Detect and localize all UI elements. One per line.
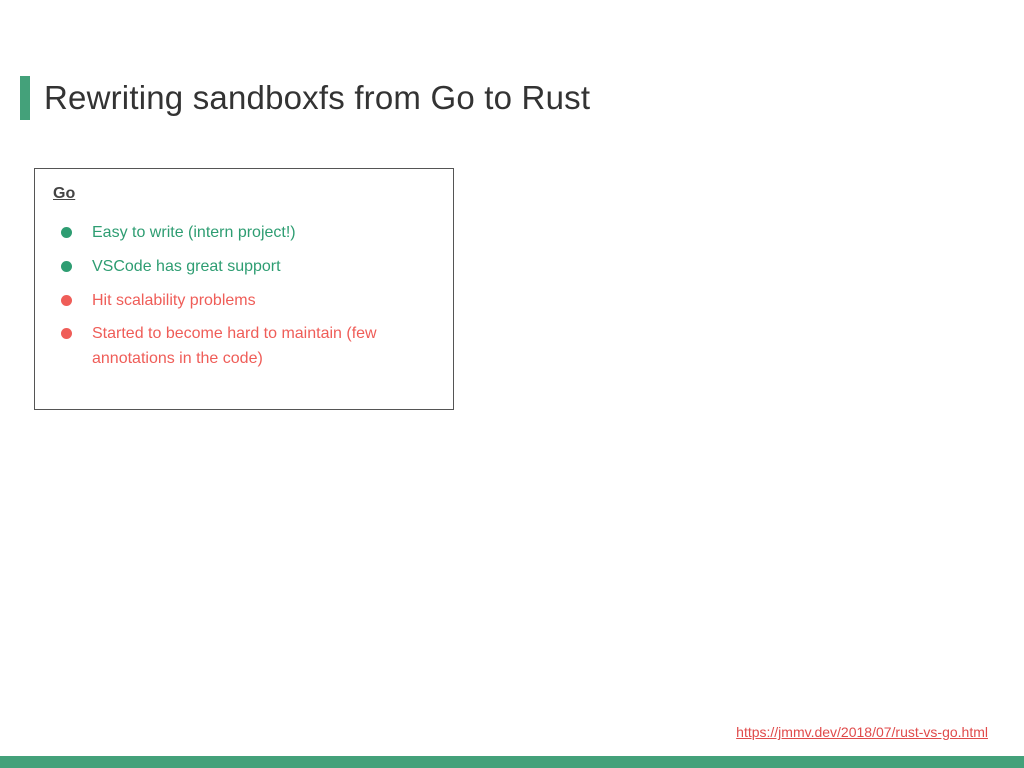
- list-item: Hit scalability problems: [53, 289, 435, 314]
- bottom-bar-icon: [0, 756, 1024, 768]
- bullet-text: VSCode has great support: [92, 255, 281, 280]
- go-card: Go Easy to write (intern project!) VSCod…: [34, 168, 454, 410]
- bullet-text: Hit scalability problems: [92, 289, 256, 314]
- accent-bar-icon: [20, 76, 30, 120]
- bullet-list: Easy to write (intern project!) VSCode h…: [53, 221, 435, 372]
- bullet-dot-icon: [61, 295, 72, 306]
- bullet-dot-icon: [61, 227, 72, 238]
- bullet-dot-icon: [61, 261, 72, 272]
- list-item: VSCode has great support: [53, 255, 435, 280]
- slide: Rewriting sandboxfs from Go to Rust Go E…: [0, 0, 1024, 768]
- list-item: Easy to write (intern project!): [53, 221, 435, 246]
- bullet-dot-icon: [61, 328, 72, 339]
- card-header: Go: [53, 185, 435, 203]
- bullet-text: Started to become hard to maintain (few …: [92, 322, 435, 372]
- bullet-text: Easy to write (intern project!): [92, 221, 296, 246]
- list-item: Started to become hard to maintain (few …: [53, 322, 435, 372]
- footer-link[interactable]: https://jmmv.dev/2018/07/rust-vs-go.html: [736, 724, 988, 740]
- title-row: Rewriting sandboxfs from Go to Rust: [20, 76, 984, 120]
- slide-title: Rewriting sandboxfs from Go to Rust: [44, 79, 590, 117]
